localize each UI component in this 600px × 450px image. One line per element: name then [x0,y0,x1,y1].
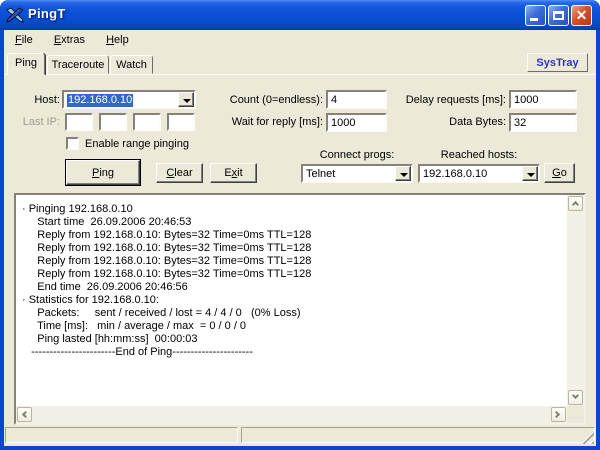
maximize-button[interactable] [548,5,569,26]
menubar: File Extras Help [6,31,594,50]
scroll-right-button[interactable] [551,407,566,422]
client-area: File Extras Help Ping Traceroute Watch S… [4,30,596,446]
connect-progs-dropdown-button[interactable] [395,166,411,181]
menu-extras[interactable]: Extras [45,31,94,50]
delay-requests-label: Delay requests [ms]: [405,94,506,106]
last-ip-octet-3[interactable] [133,113,161,131]
delay-requests-input[interactable] [509,90,577,109]
reached-hosts-label: Reached hosts: [440,149,518,161]
count-input[interactable] [326,90,387,109]
app-icon[interactable] [6,6,24,24]
chevron-right-icon [552,410,561,419]
host-combobox[interactable]: 192.168.0.10 [62,90,196,109]
window-title: PingT [28,6,66,21]
connect-progs-label: Connect progs: [319,149,395,161]
status-panel-left [5,427,238,443]
ping-output-text: · Pinging 192.168.0.10 Start time 26.09.… [22,203,312,358]
scroll-left-button[interactable] [17,407,32,422]
chevron-down-icon [183,99,191,107]
chevron-down-icon [527,173,535,181]
data-bytes-label: Data Bytes: [449,116,506,128]
wait-reply-input[interactable] [326,113,387,132]
host-label: Host: [34,94,60,106]
horizontal-scrollbar[interactable] [16,406,567,423]
tab-watch[interactable]: Watch [110,55,153,74]
connect-progs-value: Telnet [306,168,336,180]
status-bar [4,427,596,443]
chevron-down-icon [571,391,580,400]
scrollbar-corner [567,406,584,423]
host-value: 192.168.0.10 [67,94,134,107]
range-pinging-checkbox[interactable] [66,137,79,150]
reached-hosts-value: 192.168.0.10 [423,168,488,180]
tab-page-edge [4,74,596,75]
ping-output-panel: · Pinging 192.168.0.10 Start time 26.09.… [14,193,586,425]
status-panel-right [241,427,595,443]
chevron-down-icon [400,173,408,181]
last-ip-label: Last IP: [22,116,60,128]
last-ip-octet-2[interactable] [99,113,127,131]
tab-traceroute[interactable]: Traceroute [47,55,109,74]
close-icon: ✕ [575,7,588,23]
data-bytes-input[interactable] [509,113,577,132]
tab-strip: Ping Traceroute Watch [4,52,596,75]
reached-hosts-combobox[interactable]: 192.168.0.10 [418,164,540,183]
ping-button[interactable]: Ping [66,160,140,185]
titlebar[interactable]: PingT ✕ [0,0,600,30]
menu-file[interactable]: File [6,31,42,50]
chevron-up-icon [571,200,580,209]
maximize-icon [553,11,564,20]
minimize-button[interactable] [525,5,546,26]
close-button[interactable]: ✕ [571,5,592,26]
vertical-scrollbar[interactable] [567,195,584,406]
systray-button[interactable]: SysTray [527,53,588,72]
exit-button[interactable]: Exit [210,163,257,183]
last-ip-octet-4[interactable] [167,113,195,131]
clear-button[interactable]: Clear [156,163,203,183]
connect-progs-combobox[interactable]: Telnet [301,164,413,183]
tab-ping[interactable]: Ping [7,53,45,75]
wait-reply-label: Wait for reply [ms]: [231,116,323,128]
go-button[interactable]: Go [544,163,575,183]
minimize-icon [530,18,538,21]
reached-hosts-dropdown-button[interactable] [522,166,538,181]
scroll-down-button[interactable] [568,390,583,405]
count-label: Count (0=endless): [229,94,323,106]
app-window: PingT ✕ File Extras Help Ping Traceroute… [0,0,600,450]
scroll-up-button[interactable] [568,196,583,211]
host-dropdown-button[interactable] [178,92,194,107]
menu-help[interactable]: Help [97,31,138,50]
last-ip-octet-1[interactable] [65,113,93,131]
chevron-left-icon [21,410,30,419]
range-pinging-label: Enable range pinging [85,138,189,150]
